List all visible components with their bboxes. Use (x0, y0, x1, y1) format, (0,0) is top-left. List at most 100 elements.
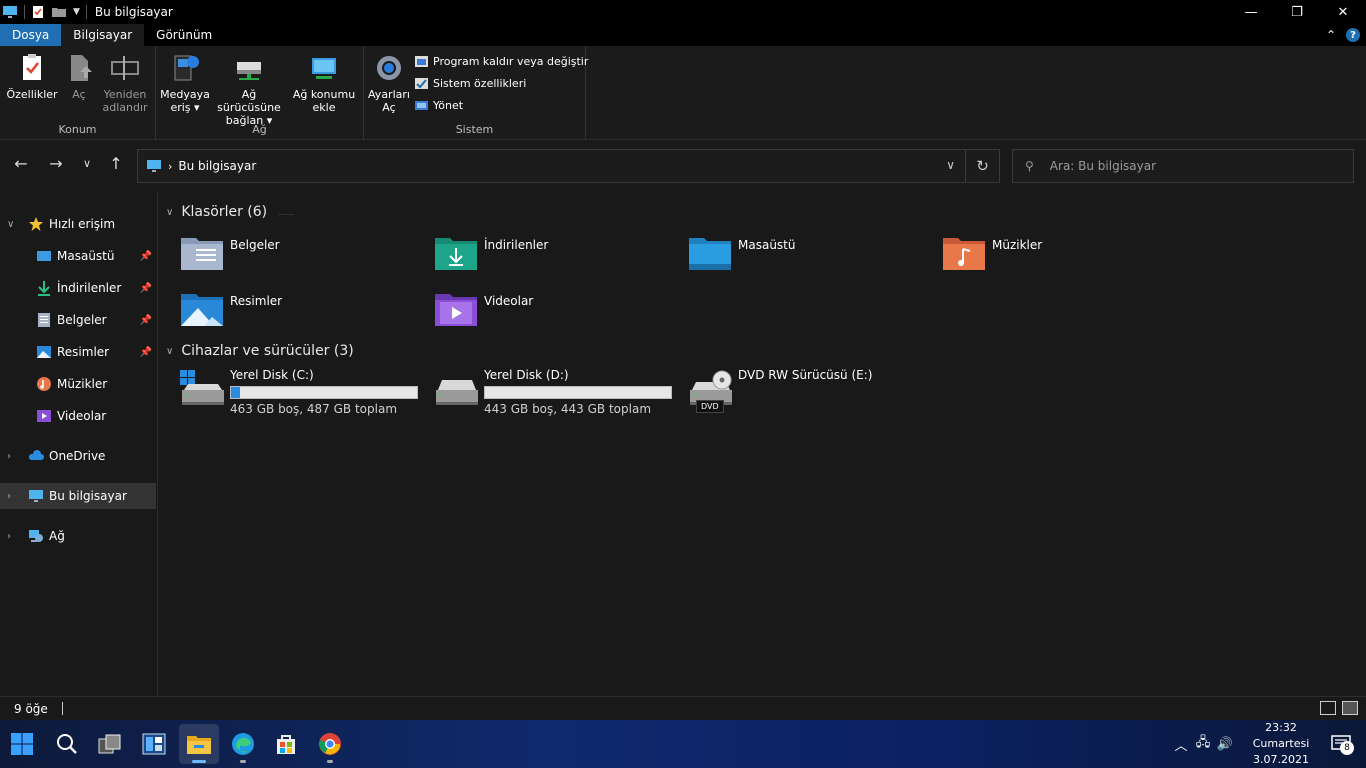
this-pc-icon (29, 490, 43, 502)
ribbon-group-network: Medyaya eriş ▾ Ağ sürücüsüne bağlan ▾ Ağ… (156, 46, 364, 140)
manage-label: Yönet (433, 99, 464, 112)
uninstall-program-button[interactable]: Program kaldır veya değiştir (414, 54, 588, 69)
breadcrumb[interactable]: Bu bilgisayar (178, 159, 256, 173)
new-folder-quick-icon[interactable] (51, 5, 67, 19)
search-box[interactable]: ⚲ (1012, 149, 1354, 183)
open-settings-button[interactable]: Ayarları Aç (368, 52, 410, 114)
network-icon (29, 530, 43, 542)
address-dropdown-icon[interactable]: ∨ (946, 158, 955, 172)
properties-label: Özellikler (6, 88, 58, 101)
group-header-folders[interactable]: ∨ Klasörler (6) (166, 204, 294, 220)
group-title: Klasörler (6) (181, 204, 268, 220)
collapsed-chevron-icon[interactable]: › (7, 491, 11, 502)
sidebar-item-quick-access[interactable]: ∨ Hızlı erişim (0, 211, 156, 237)
sidebar-item-this-pc[interactable]: › Bu bilgisayar (0, 483, 156, 509)
expanded-chevron-icon[interactable]: ∨ (7, 219, 14, 230)
sidebar-item-videos[interactable]: Videolar (0, 403, 156, 429)
separator (85, 5, 87, 19)
sidebar-item-downloads[interactable]: İndirilenler 📌 (0, 275, 156, 301)
recent-locations-button[interactable]: ∨ (76, 157, 98, 170)
folder-downloads[interactable]: İndirilenler (434, 232, 548, 272)
collapsed-chevron-icon[interactable]: › (7, 531, 11, 542)
sidebar-item-documents[interactable]: Belgeler 📌 (0, 307, 156, 333)
task-view-button[interactable] (90, 724, 130, 764)
system-properties-button[interactable]: Sistem özellikleri (414, 76, 526, 91)
folder-documents[interactable]: Belgeler (180, 232, 280, 272)
folder-name: Belgeler (230, 238, 280, 252)
drive-d[interactable]: Yerel Disk (D:) 443 GB boş, 443 GB topla… (434, 368, 684, 418)
group-collapse-chevron-icon[interactable]: ∨ (166, 346, 173, 357)
documents-icon (38, 313, 50, 327)
minimize-button[interactable]: — (1228, 0, 1274, 24)
open-button[interactable]: Aç (62, 52, 96, 101)
uninstall-label: Program kaldır veya değiştir (433, 55, 589, 68)
folder-desktop[interactable]: Masaüstü (688, 232, 795, 272)
refresh-button[interactable]: ↻ (965, 150, 999, 182)
search-input[interactable] (1049, 159, 1330, 173)
sidebar-item-music[interactable]: Müzikler (0, 371, 156, 397)
volume-icon[interactable]: 🔊 (1214, 737, 1236, 752)
widgets-button[interactable] (134, 724, 174, 764)
sidebar-item-pictures[interactable]: Resimler 📌 (0, 339, 156, 365)
notification-center-button[interactable]: 8 (1326, 729, 1356, 759)
collapse-ribbon-icon[interactable]: ⌃ (1326, 28, 1336, 42)
manage-button[interactable]: Yönet (414, 98, 463, 113)
search-button[interactable] (47, 724, 87, 764)
pin-icon: 📌 (139, 282, 152, 294)
large-icons-view-button[interactable] (1342, 701, 1358, 715)
network-status-icon[interactable]: 🖧 (1192, 733, 1214, 755)
properties-button[interactable]: Özellikler (6, 52, 58, 101)
clock[interactable]: 23:32 Cumartesi 3.07.2021 (1242, 720, 1320, 768)
taskbar-file-explorer[interactable] (179, 724, 219, 764)
up-button[interactable]: ↑ (105, 154, 127, 173)
taskbar: ︿ 🖧 🔊 23:32 Cumartesi 3.07.2021 8 (0, 720, 1366, 768)
close-button[interactable]: ✕ (1320, 0, 1366, 24)
tab-computer[interactable]: Bilgisayar (61, 24, 145, 46)
folder-pictures[interactable]: Resimler (180, 288, 282, 328)
taskbar-edge[interactable] (223, 724, 263, 764)
file-list: ∨ Klasörler (6) Belgeler İndirilenler Ma… (158, 192, 1366, 696)
widgets-icon (142, 733, 166, 755)
drive-e-dvd[interactable]: DVD DVD RW Sürücüsü (E:) (688, 368, 938, 418)
restore-button[interactable]: ❐ (1274, 0, 1320, 24)
ribbon-group-location: Özellikler Aç Yeniden adlandır Konum (0, 46, 156, 140)
sidebar-item-desktop[interactable]: Masaüstü 📌 (0, 243, 156, 269)
folder-name: Resimler (230, 294, 283, 308)
quick-access-dropdown-icon[interactable]: ▼ (73, 7, 80, 17)
drive-name: Yerel Disk (C:) (230, 368, 314, 382)
collapsed-chevron-icon[interactable]: › (7, 451, 11, 462)
back-button[interactable]: ← (10, 154, 32, 173)
add-network-location-button[interactable]: Ağ konumu ekle (290, 52, 358, 114)
pictures-icon (37, 346, 51, 358)
details-view-button[interactable] (1320, 701, 1336, 715)
rename-button[interactable]: Yeniden adlandır (100, 52, 150, 114)
downloads-icon (38, 281, 50, 296)
map-network-drive-button[interactable]: Ağ sürücüsüne bağlan ▾ (210, 52, 288, 127)
folder-music[interactable]: Müzikler (942, 232, 1042, 272)
breadcrumb-chevron-icon[interactable]: › (168, 160, 172, 173)
forward-button[interactable]: → (45, 154, 67, 173)
ribbon: Özellikler Aç Yeniden adlandır Konum Med… (0, 46, 1366, 140)
properties-quick-icon[interactable] (31, 5, 45, 19)
system-tray: ︿ 🖧 🔊 23:32 Cumartesi 3.07.2021 8 (1170, 720, 1366, 768)
sidebar-item-network[interactable]: › Ağ (0, 523, 156, 549)
tab-file[interactable]: Dosya (0, 24, 62, 46)
taskbar-chrome[interactable] (310, 724, 350, 764)
drive-c[interactable]: Yerel Disk (C:) 463 GB boş, 487 GB topla… (180, 368, 430, 418)
help-icon[interactable]: ? (1346, 28, 1360, 42)
show-hidden-icons-chevron-icon[interactable]: ︿ (1170, 735, 1192, 754)
navigation-pane: ∨ Hızlı erişim Masaüstü 📌 İndirilenler 📌… (0, 192, 158, 696)
tab-view[interactable]: Görünüm (144, 24, 224, 46)
drive-name: Yerel Disk (D:) (484, 368, 569, 382)
taskbar-store[interactable] (266, 724, 306, 764)
start-button[interactable] (2, 724, 42, 764)
folder-videos[interactable]: Videolar (434, 288, 533, 328)
address-bar[interactable]: › Bu bilgisayar ∨ ↻ (137, 149, 1000, 183)
sidebar-item-onedrive[interactable]: › OneDrive (0, 443, 156, 469)
group-collapse-chevron-icon[interactable]: ∨ (166, 207, 173, 218)
search-icon: ⚲ (1025, 159, 1034, 173)
folder-name: İndirilenler (484, 238, 549, 252)
group-header-drives[interactable]: ∨ Cihazlar ve sürücüler (3) (166, 343, 354, 359)
media-access-button[interactable]: Medyaya eriş ▾ (160, 52, 210, 114)
navigation-bar: ← → ∨ ↑ › Bu bilgisayar ∨ ↻ ⚲ (0, 140, 1366, 192)
